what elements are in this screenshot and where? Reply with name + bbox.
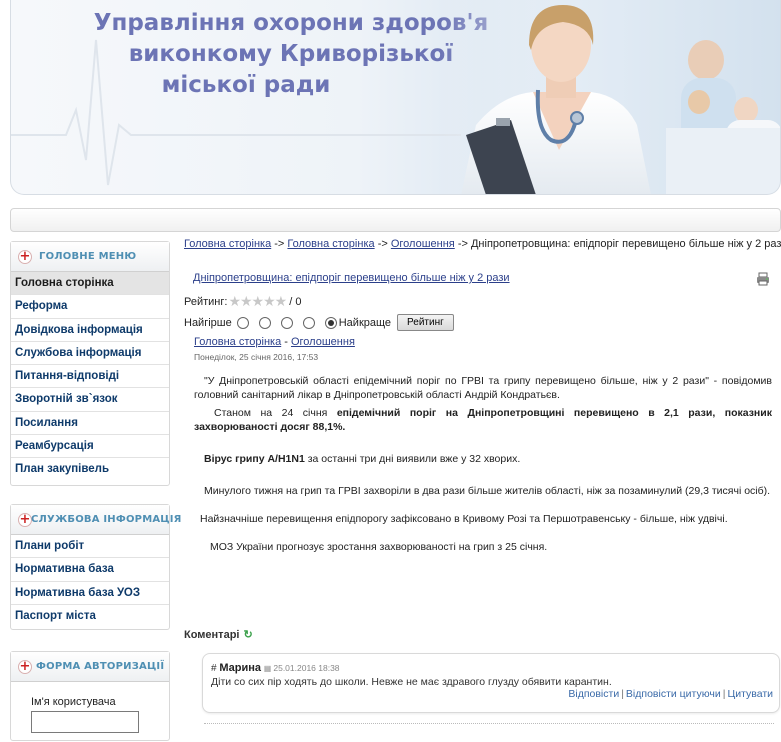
comment-text: Діти со сих пір ходять до школи. Невже н… [211, 676, 612, 688]
reply-quote-link[interactable]: Відповісти цитуючи [626, 688, 721, 700]
breadcrumb-separator: -> [377, 238, 388, 250]
menu-item-regulatory-base[interactable]: Нормативна база [11, 558, 169, 582]
expand-plus-icon[interactable]: + [18, 660, 32, 674]
article-body: "У Дніпропетровській області епідемічний… [194, 374, 772, 554]
category-separator: - [281, 336, 291, 348]
breadcrumb-link-home[interactable]: Головна сторінка [184, 238, 271, 250]
main-menu-title: ГОЛОВНЕ МЕНЮ [39, 251, 137, 262]
site-header: Управління охорони здоров'я виконкому Кр… [10, 0, 781, 195]
article-date: Понеділок, 25 січня 2016, 17:53 [194, 352, 319, 362]
breadcrumb-current: Дніпропетровщина: епідпоріг перевищено б… [470, 238, 781, 250]
breadcrumb: Головна сторінка -> Головна сторінка -> … [184, 238, 781, 250]
article-paragraph-1: "У Дніпропетровській області епідемічний… [194, 375, 772, 401]
menu-item-faq[interactable]: Питання-відповіді [11, 365, 169, 389]
login-block: + ФОРМА АВТОРИЗАЦІЇ Ім'я користувача [10, 651, 170, 741]
service-info-block: + СЛУЖБОВА ІНФОРМАЦІЯ Плани робіт Нормат… [10, 504, 181, 630]
username-label: Ім'я користувача [31, 696, 116, 708]
rating-display: Рейтинг: ★★★★★ / 0 [184, 293, 301, 310]
comments-heading: Коментарі ↻ [184, 628, 253, 641]
login-title: ФОРМА АВТОРИЗАЦІЇ [36, 661, 165, 672]
article-paragraph-5: Найзначніше перевищення епідпорогу зафік… [200, 513, 728, 525]
comment-header: # Марина ▦ 25.01.2016 18:38 [211, 662, 340, 674]
article-paragraph-4: Минулого тижня на грип та ГРВІ захворіли… [204, 485, 771, 497]
top-navigation-bar [10, 208, 781, 232]
menu-item-regulatory-base-uoz[interactable]: Нормативна база УОЗ [11, 582, 169, 605]
comment-item: # Марина ▦ 25.01.2016 18:38 Діти со сих п… [202, 653, 780, 713]
rating-radio-1[interactable] [236, 316, 249, 329]
category-link-announcements[interactable]: Оголошення [291, 336, 355, 348]
rating-label: Рейтинг: [184, 295, 228, 308]
main-menu-block: + ГОЛОВНЕ МЕНЮ Головна сторінка Реформа … [10, 241, 170, 486]
menu-item-reimbursement[interactable]: Реамбурсація [11, 435, 169, 459]
category-link-home[interactable]: Головна сторінка [194, 336, 281, 348]
article-category-path: Головна сторінка - Оголошення [194, 336, 355, 348]
doctor-illustration [441, 0, 780, 194]
comment-actions: Відповісти | Відповісти цитуючи | Цитувати [568, 688, 773, 700]
printer-icon[interactable] [756, 272, 770, 286]
login-header: + ФОРМА АВТОРИЗАЦІЇ [11, 652, 169, 682]
rating-radio-4[interactable] [302, 316, 315, 329]
calendar-icon: ▦ [263, 664, 272, 673]
menu-item-work-plans[interactable]: Плани робіт [11, 535, 169, 559]
reply-link[interactable]: Відповісти [568, 688, 619, 700]
main-menu-header: + ГОЛОВНЕ МЕНЮ [11, 242, 169, 272]
breadcrumb-link-announcements[interactable]: Оголошення [391, 238, 455, 250]
comment-author: Марина [219, 662, 262, 674]
expand-plus-icon[interactable]: + [18, 513, 32, 527]
breadcrumb-separator: -> [274, 238, 285, 250]
comment-date: 25.01.2016 18:38 [273, 663, 340, 673]
refresh-icon[interactable]: ↻ [243, 629, 252, 641]
article-paragraph-3: Вірус грипу А/H1N1 за останні три дні ви… [204, 453, 521, 465]
article-paragraph-2: Станом на 24 січня епідемічний поріг на … [194, 407, 772, 433]
rating-radio-2[interactable] [258, 316, 271, 329]
menu-item-links[interactable]: Посилання [11, 412, 169, 436]
expand-plus-icon[interactable]: + [18, 250, 32, 264]
rating-radio-5[interactable] [324, 316, 337, 329]
rating-count: / 0 [289, 295, 302, 308]
article-paragraph-6: МОЗ України прогнозує зростання захворюв… [210, 541, 548, 553]
worst-label: Найгірше [184, 316, 232, 329]
breadcrumb-link-home-2[interactable]: Головна сторінка [287, 238, 374, 250]
next-comment-border [204, 723, 774, 729]
rating-radio-3[interactable] [280, 316, 293, 329]
breadcrumb-separator: -> [457, 238, 468, 250]
menu-item-procurement-plan[interactable]: План закупівель [11, 458, 169, 481]
menu-item-feedback[interactable]: Зворотній зв`язок [11, 388, 169, 412]
quote-link[interactable]: Цитувати [727, 688, 773, 700]
service-info-title: СЛУЖБОВА ІНФОРМАЦІЯ [31, 514, 182, 525]
username-input[interactable] [31, 711, 139, 733]
comments-title: Коментарі [184, 629, 240, 641]
article-title-link[interactable]: Дніпропетровщина: епідпоріг перевищено б… [193, 272, 510, 284]
menu-item-city-passport[interactable]: Паспорт міста [11, 605, 169, 628]
rating-submit-button[interactable]: Рейтинг [397, 314, 454, 331]
best-label: Найкраще [338, 316, 392, 329]
main-menu-list: Головна сторінка Реформа Довідкова інфор… [11, 272, 169, 482]
login-form: Ім'я користувача [11, 682, 169, 742]
comment-anchor[interactable]: # [211, 663, 217, 674]
menu-item-service-info[interactable]: Службова інформація [11, 342, 169, 366]
menu-item-reform[interactable]: Реформа [11, 295, 169, 319]
menu-item-reference-info[interactable]: Довідкова інформація [11, 319, 169, 342]
service-info-header: + СЛУЖБОВА ІНФОРМАЦІЯ [11, 505, 181, 535]
rating-vote-form: Найгірше Найкраще Рейтинг [184, 314, 454, 331]
menu-item-home[interactable]: Головна сторінка [11, 272, 169, 296]
rating-stars-icon: ★★★★★ [228, 293, 287, 309]
site-title-line-3: міської ради [161, 72, 331, 98]
